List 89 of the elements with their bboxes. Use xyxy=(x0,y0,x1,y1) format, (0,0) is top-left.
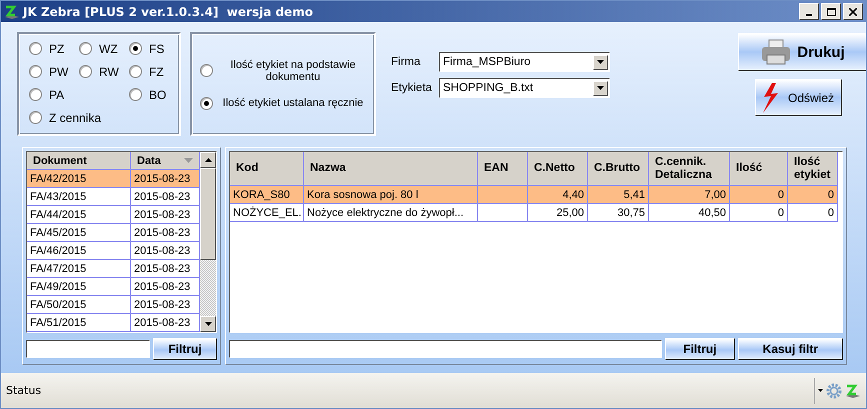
minimize-icon xyxy=(806,14,812,16)
sort-arrow-icon xyxy=(184,158,193,163)
refresh-button[interactable]: Odśwież xyxy=(754,79,842,116)
table-cell: 0 xyxy=(730,186,788,204)
column-header[interactable]: Data xyxy=(131,152,200,170)
column-header[interactable]: EAN xyxy=(478,152,528,186)
table-cell: 0 xyxy=(788,186,838,204)
table-cell: FA/42/2015 xyxy=(27,170,131,188)
printer-icon xyxy=(761,39,792,65)
column-header[interactable]: Ilość etykiet xyxy=(788,152,838,186)
app-icon xyxy=(4,4,20,18)
column-header[interactable]: Dokument xyxy=(27,152,131,170)
document-type-radio[interactable]: BO xyxy=(129,86,179,103)
document-row[interactable]: FA/46/2015 2015-08-23 xyxy=(27,242,200,260)
dropdown-arrow-icon xyxy=(597,60,604,64)
table-cell: FA/50/2015 xyxy=(27,296,131,314)
document-type-radio[interactable]: WZ xyxy=(79,40,129,57)
table-cell: FA/44/2015 xyxy=(27,206,131,224)
table-cell: 25,00 xyxy=(528,204,588,222)
document-row[interactable]: FA/45/2015 2015-08-23 xyxy=(27,224,200,242)
document-row[interactable]: FA/42/2015 2015-08-23 xyxy=(27,170,200,188)
document-row[interactable]: FA/51/2015 2015-08-23 xyxy=(27,314,200,332)
column-header[interactable]: C.cennik. Detaliczna xyxy=(649,152,730,186)
table-cell: KORA_S80 xyxy=(230,186,304,204)
app-icon[interactable] xyxy=(845,382,861,398)
table-cell: 5,41 xyxy=(588,186,649,204)
column-header[interactable]: Nazwa xyxy=(304,152,478,186)
table-cell: 7,00 xyxy=(649,186,730,204)
table-cell: 0 xyxy=(730,204,788,222)
scroll-thumb[interactable] xyxy=(200,168,216,260)
minimize-button[interactable] xyxy=(799,3,819,20)
document-row[interactable]: FA/50/2015 2015-08-23 xyxy=(27,296,200,314)
table-cell: FA/49/2015 xyxy=(27,278,131,296)
table-cell: FA/43/2015 xyxy=(27,188,131,206)
close-button[interactable] xyxy=(843,3,863,20)
label-count-radio[interactable]: Ilość etykiet ustalana ręcznie xyxy=(200,96,366,110)
document-type-radio[interactable]: Z cennika xyxy=(29,109,179,126)
document-row[interactable]: FA/49/2015 2015-08-23 xyxy=(27,278,200,296)
scroll-up-icon xyxy=(204,158,212,162)
table-cell xyxy=(478,186,528,204)
dropdown[interactable]: SHOPPING_B.txt xyxy=(439,78,610,98)
document-type-radio[interactable]: PA xyxy=(29,86,79,103)
dropdown[interactable]: Firma_MSPBiuro xyxy=(439,52,610,72)
table-cell: 40,50 xyxy=(649,204,730,222)
table-cell: Nożyce elektryczne do żywopł... xyxy=(304,204,478,222)
label-count-radio[interactable]: Ilość etykiet na podstawie dokumentu xyxy=(200,58,366,82)
table-cell: FA/46/2015 xyxy=(27,242,131,260)
column-header[interactable]: Kod xyxy=(230,152,304,186)
window-title: JK Zebra [PLUS 2 ver.1.0.3.4] wersja demo xyxy=(23,4,313,18)
table-cell: 0 xyxy=(788,204,838,222)
print-button[interactable]: Drukuj xyxy=(738,33,866,71)
document-row[interactable]: FA/43/2015 2015-08-23 xyxy=(27,188,200,206)
document-type-radio[interactable]: PW xyxy=(29,63,79,80)
clear-filter-button[interactable]: Kasuj filtr xyxy=(738,338,843,360)
filter-input[interactable] xyxy=(26,340,150,358)
maximize-icon xyxy=(826,8,836,16)
table-cell: FA/45/2015 xyxy=(27,224,131,242)
table-cell: NOŻYCE_EL. xyxy=(230,204,304,222)
document-row[interactable]: FA/44/2015 2015-08-23 xyxy=(27,206,200,224)
table-cell: 2015-08-23 xyxy=(131,170,200,188)
product-row[interactable]: KORA_S80 Kora sosnowa poj. 80 l 4,40 5,41 7,00 0 0 xyxy=(230,186,842,204)
document-type-radio[interactable]: FS xyxy=(129,40,179,57)
column-header[interactable]: C.Brutto xyxy=(588,152,649,186)
table-cell: FA/47/2015 xyxy=(27,260,131,278)
table-cell: FA/51/2015 xyxy=(27,314,131,332)
filter-button[interactable]: Filtruj xyxy=(153,338,217,360)
scrollbar[interactable] xyxy=(200,152,216,332)
table-cell xyxy=(478,204,528,222)
document-type-radio[interactable]: RW xyxy=(79,63,129,80)
maximize-button[interactable] xyxy=(821,3,841,20)
status-text: Status xyxy=(6,384,42,397)
filter-button[interactable]: Filtruj xyxy=(665,338,735,360)
table-cell: 30,75 xyxy=(588,204,649,222)
column-header[interactable]: C.Netto xyxy=(528,152,588,186)
column-header[interactable]: Ilość xyxy=(730,152,788,186)
table-cell: Kora sosnowa poj. 80 l xyxy=(304,186,478,204)
close-icon xyxy=(849,8,857,16)
document-row[interactable]: FA/47/2015 2015-08-23 xyxy=(27,260,200,278)
field-label: Etykieta xyxy=(391,82,433,94)
dropdown-arrow-icon[interactable] xyxy=(818,389,823,392)
product-row[interactable]: NOŻYCE_EL. Nożyce elektryczne do żywopł... 25,00 30,75 40,50 0 0 xyxy=(230,204,842,222)
field-label: Firma xyxy=(391,56,422,68)
filter-input[interactable] xyxy=(229,340,662,358)
document-type-radio[interactable]: FZ xyxy=(129,63,179,80)
table-cell: 4,40 xyxy=(528,186,588,204)
lightning-icon xyxy=(762,82,780,112)
scroll-down-icon xyxy=(204,322,212,326)
document-type-radio[interactable]: PZ xyxy=(29,40,79,57)
dropdown-arrow-icon xyxy=(597,86,604,90)
